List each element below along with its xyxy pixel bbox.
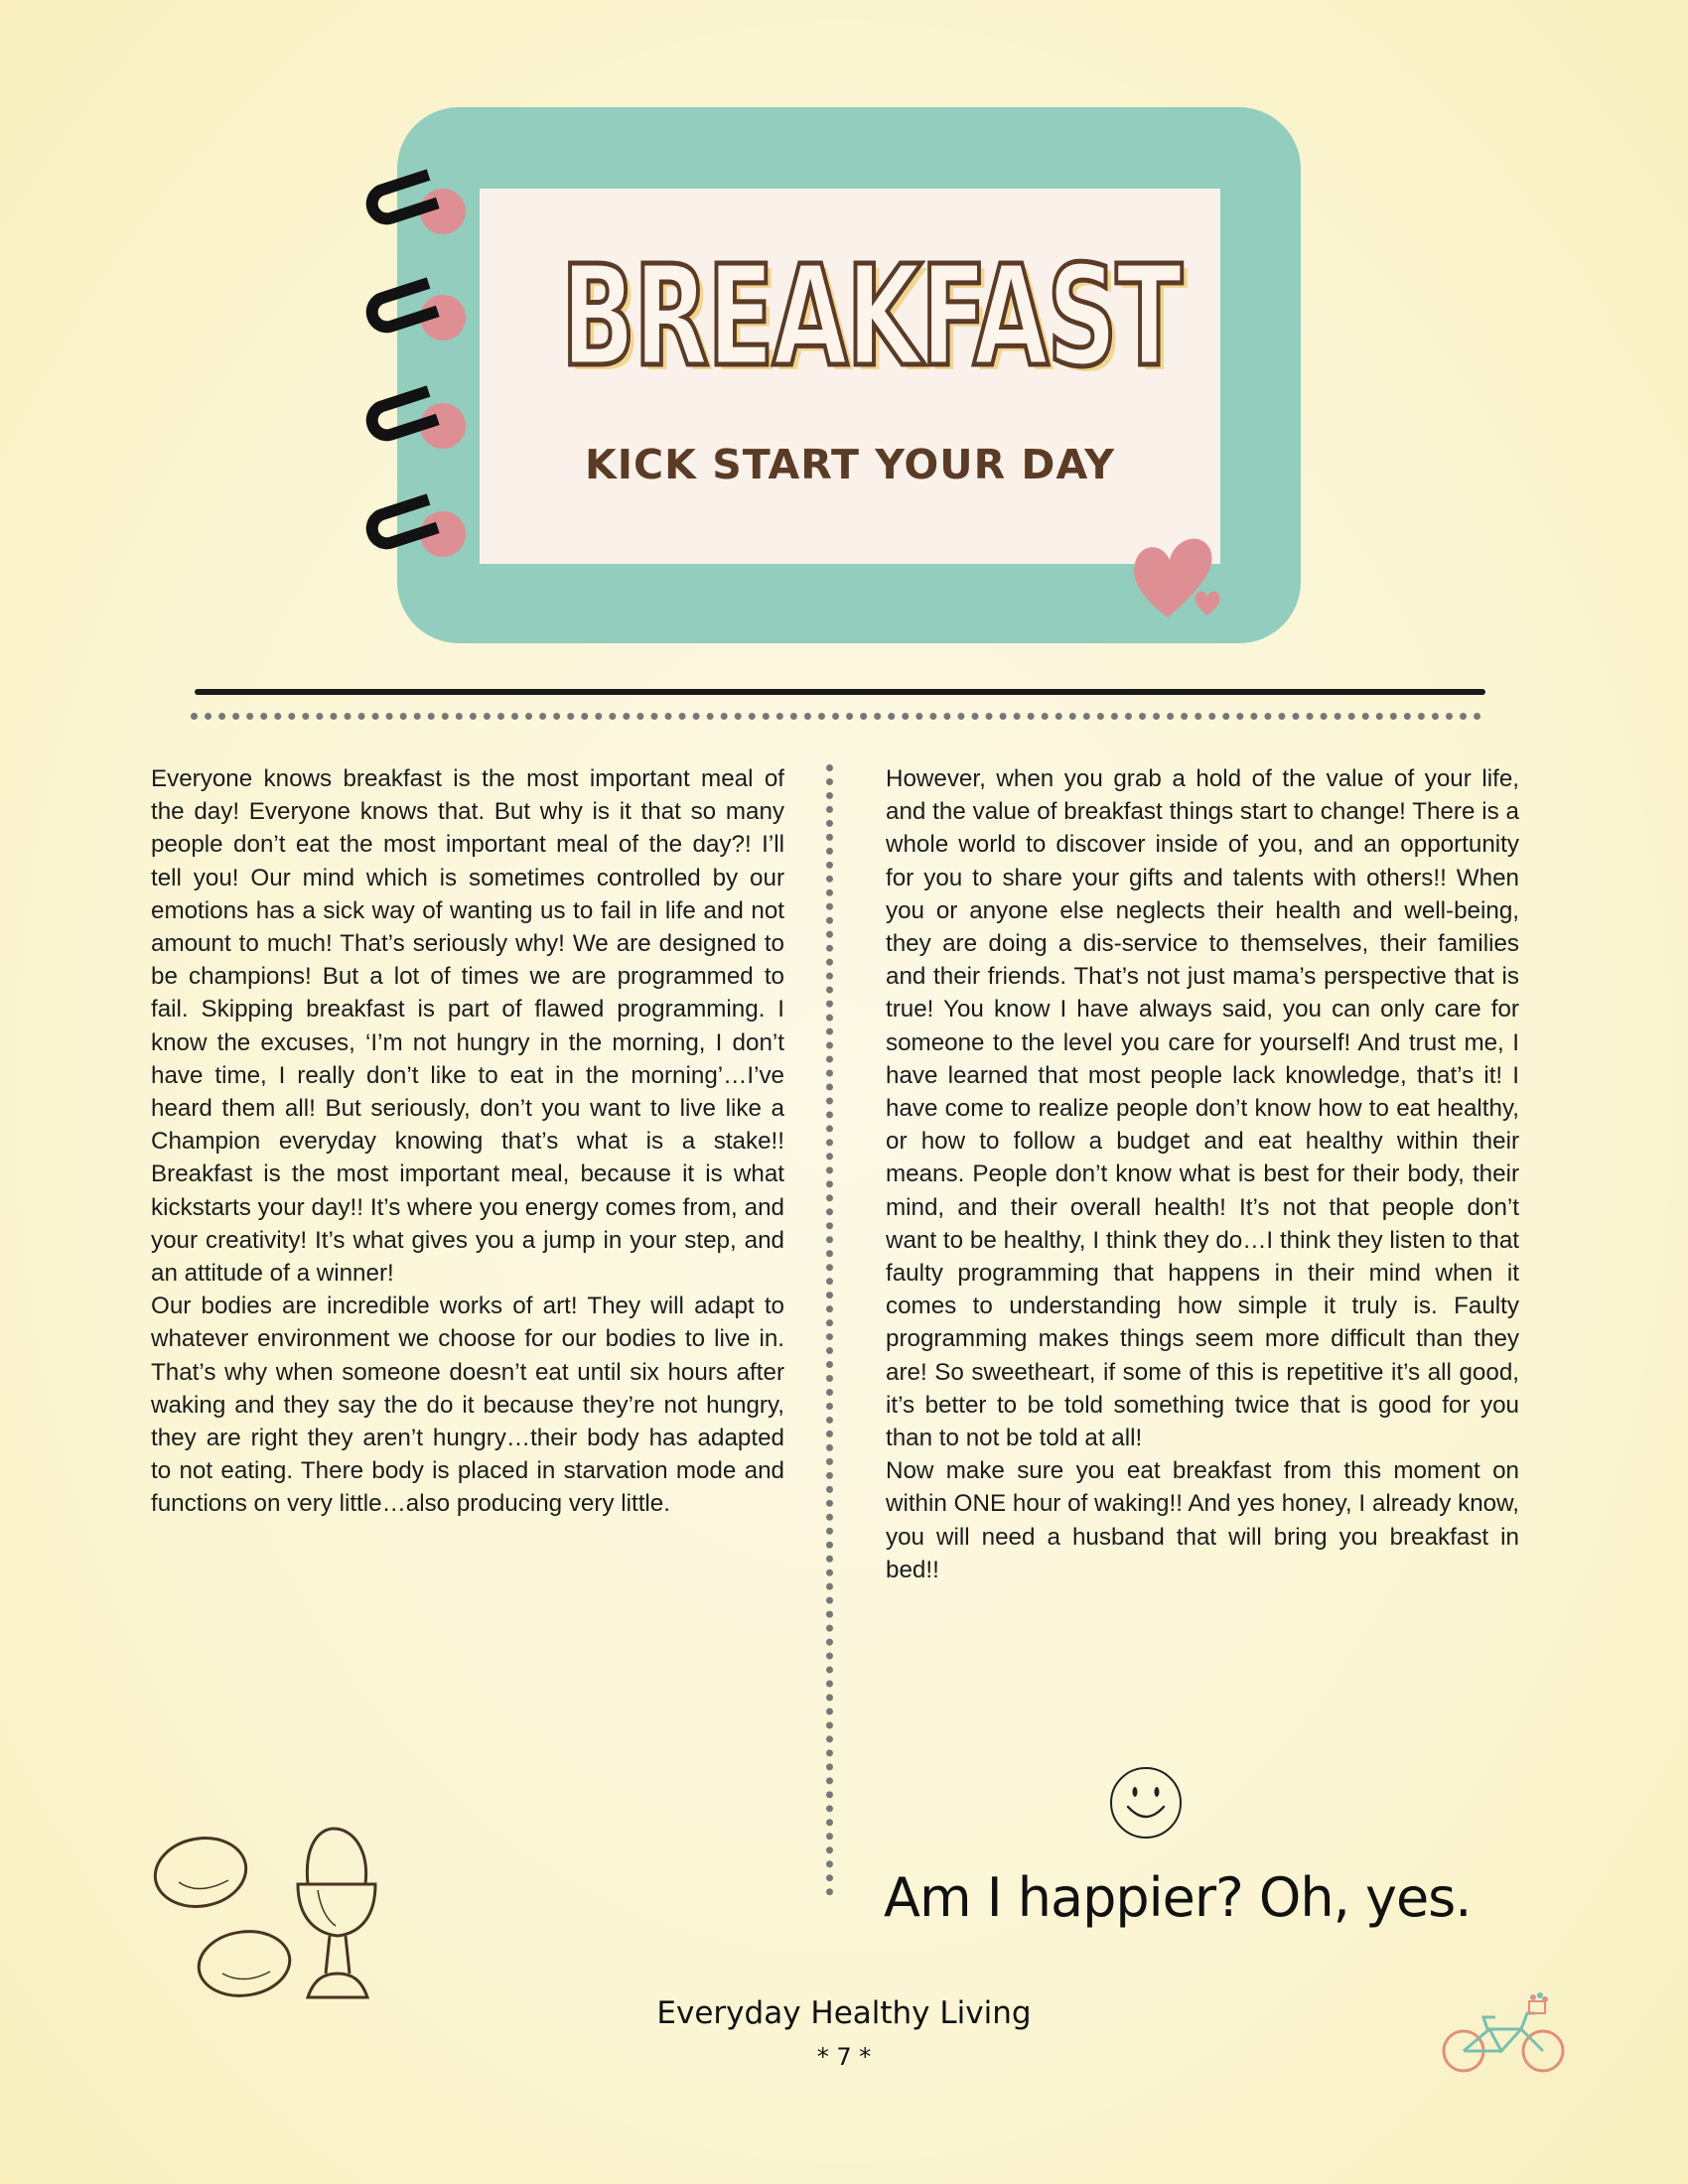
page-subtitle: KICK START YOUR DAY (585, 441, 1115, 488)
column-divider (826, 764, 833, 1896)
eggs-icon (153, 1827, 377, 1999)
bicycle-icon (1442, 1992, 1565, 2073)
paragraph: However, when you grab a hold of the val… (886, 765, 1519, 1452)
tagline: Am I happier? Oh, yes. (884, 1866, 1472, 1929)
dotted-divider (191, 713, 1481, 720)
smiley-icon (1110, 1767, 1182, 1839)
paragraph: Everyone knows breakfast is the most imp… (151, 765, 784, 1288)
divider-line (195, 689, 1485, 695)
right-column: However, when you grab a hold of the val… (886, 762, 1519, 1586)
paragraph: Our bodies are incredible works of art! … (151, 1293, 784, 1518)
left-column: Everyone knows breakfast is the most imp… (151, 762, 784, 1521)
footer-title: Everyday Healthy Living (656, 1995, 1032, 2031)
paragraph: Now make sure you eat breakfast from thi… (886, 1457, 1519, 1583)
page-number: * 7 * (816, 2043, 872, 2071)
egg-cup-icon (296, 1827, 377, 1999)
heart-icon (1134, 538, 1220, 617)
page-title: BREAKFAST (559, 236, 1185, 398)
